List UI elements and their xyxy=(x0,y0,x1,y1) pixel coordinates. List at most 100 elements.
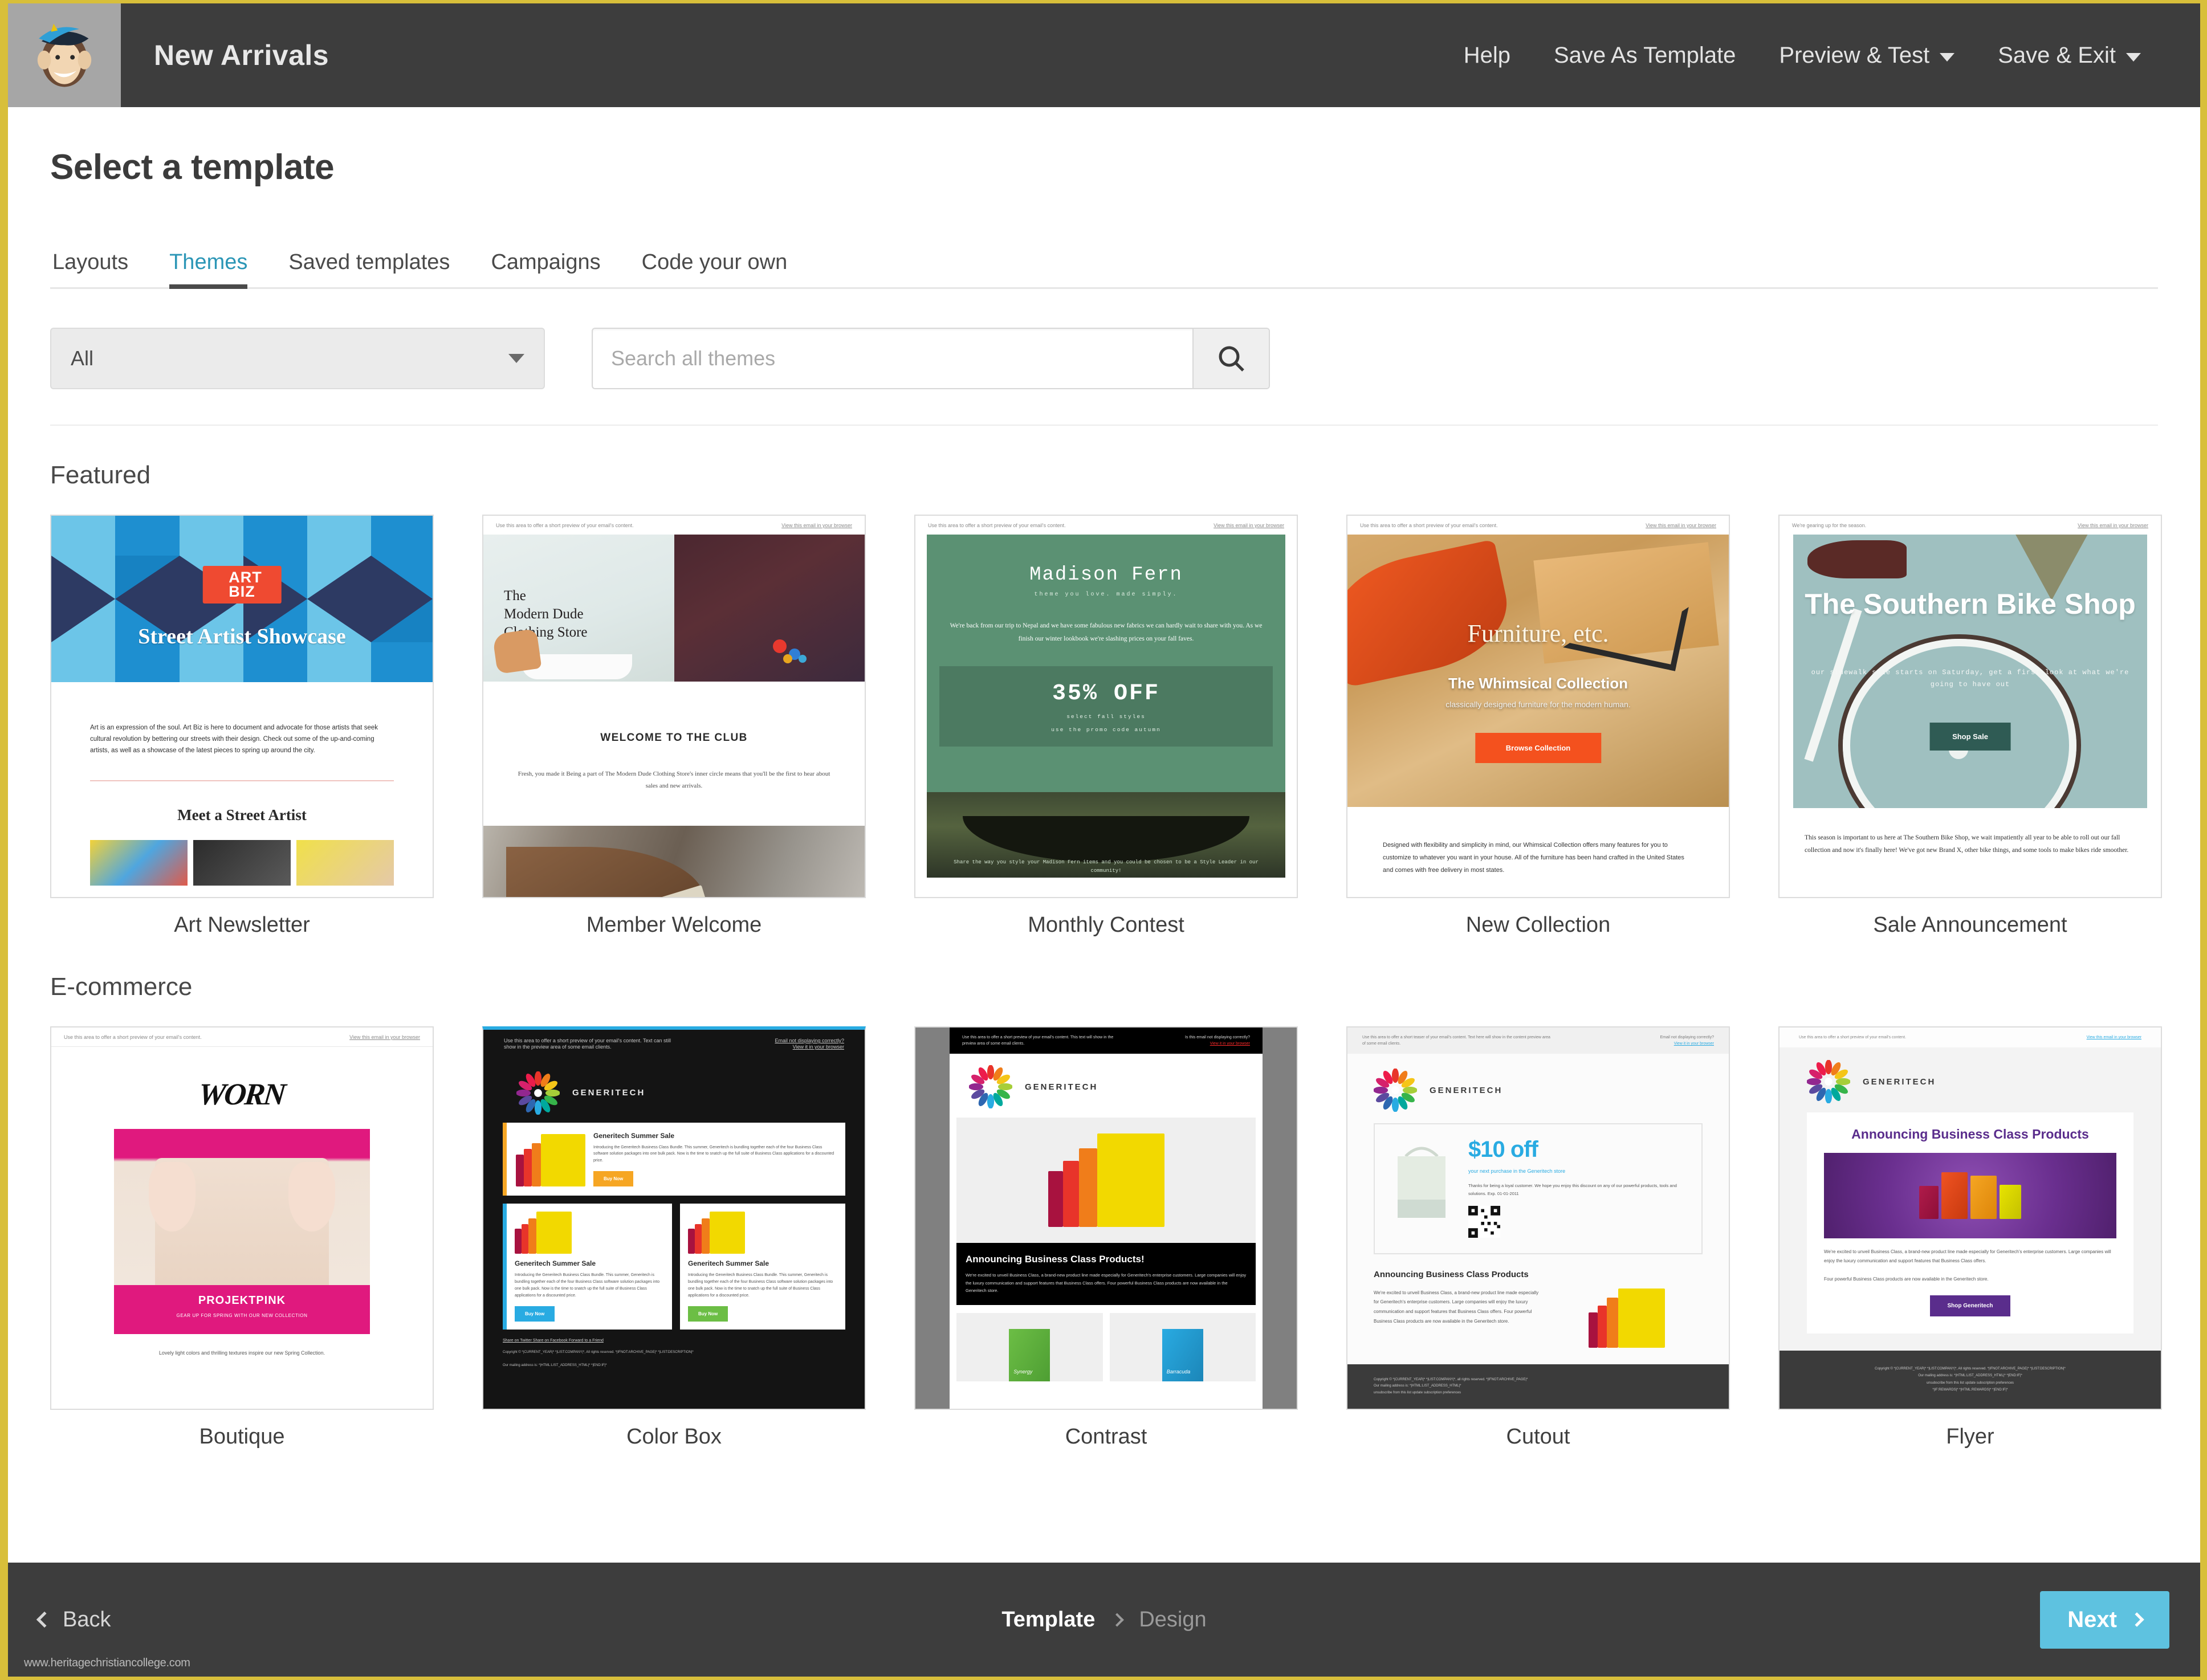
boutique-caption: Lovely light colors and thrilling textur… xyxy=(158,1350,325,1356)
card-body: Introducing the Generitech Business Clas… xyxy=(515,1273,660,1298)
email-footer: Copyright © *|CURRENT_YEAR|* *|LIST:COMP… xyxy=(1780,1350,2161,1409)
template-name: New Collection xyxy=(1465,913,1611,937)
arm xyxy=(506,847,705,897)
product-box-stack xyxy=(1048,1133,1164,1228)
search-button[interactable] xyxy=(1192,329,1269,388)
search-icon xyxy=(1219,346,1244,372)
legal-text: Copyright © *|CURRENT_YEAR|* *|LIST:COMP… xyxy=(503,1350,694,1354)
back-button[interactable]: Back xyxy=(36,1608,111,1632)
tab-saved-templates[interactable]: Saved templates xyxy=(268,250,470,287)
chevron-down-icon xyxy=(1940,52,1955,62)
preheader-text: Use this area to offer a short preview o… xyxy=(1360,523,1498,528)
view-in-browser-link[interactable]: View this email in your browser xyxy=(349,1034,420,1041)
template-card-sale-announcement[interactable]: We're gearing up for the season. View th… xyxy=(1778,515,2162,937)
template-thumbnail-member-welcome[interactable]: Use this area to offer a short preview o… xyxy=(482,515,866,898)
view-in-browser-link[interactable]: View this email in your browser xyxy=(1214,523,1284,529)
nav-save-as-template[interactable]: Save As Template xyxy=(1532,43,1757,68)
madison-fern-tagline: theme you love. made simply. xyxy=(1034,592,1178,598)
buy-now-button[interactable]: Buy Now xyxy=(515,1306,555,1322)
feature-card-blue: Generitech Summer Sale Introducing the G… xyxy=(503,1204,672,1330)
browse-collection-button[interactable]: Browse Collection xyxy=(1475,733,1602,764)
preheader-text: Use this area to offer a short preview o… xyxy=(928,523,1066,528)
view-in-browser-link[interactable]: View this email in your browser xyxy=(781,523,852,529)
generitech-starburst-icon xyxy=(1374,1069,1417,1112)
flyer-email: Use this area to offer a short preview o… xyxy=(1780,1027,2161,1409)
tab-themes[interactable]: Themes xyxy=(149,250,268,289)
furniture-title: Furniture, etc. xyxy=(1467,619,1609,648)
product-pair: Synergy Barracuda xyxy=(956,1313,1256,1382)
offer-line1: select fall styles xyxy=(1066,713,1146,720)
template-thumbnail-contrast[interactable]: Use this area to offer a short preview o… xyxy=(914,1026,1298,1410)
template-card-new-collection[interactable]: Use this area to offer a short preview o… xyxy=(1346,515,1730,937)
generitech-wordmark: GENERITECH xyxy=(1025,1082,1098,1092)
mailing-address: Our mailing address is: *|HTML:LIST_ADDR… xyxy=(1918,1374,2022,1378)
view-in-browser-link[interactable]: View it in your browser xyxy=(775,1044,844,1050)
template-card-art-newsletter[interactable]: ART BIZ Street Artist Showcase Art is an… xyxy=(50,515,434,937)
template-thumbnail-art-newsletter[interactable]: ART BIZ Street Artist Showcase Art is an… xyxy=(50,515,434,898)
next-button[interactable]: Next xyxy=(2040,1591,2169,1649)
tab-campaigns[interactable]: Campaigns xyxy=(470,250,621,287)
view-in-browser-link[interactable]: View this email in your browser xyxy=(2078,523,2148,529)
template-card-cutout[interactable]: Use this area to offer a short teaser of… xyxy=(1346,1026,1730,1449)
template-thumbnail-boutique[interactable]: Use this area to offer a short preview o… xyxy=(50,1026,434,1410)
social-links[interactable]: Share on Twitter Share on Facebook Forwa… xyxy=(503,1339,845,1343)
box-red xyxy=(695,1224,702,1254)
unsubscribe-links[interactable]: unsubscribe from this list update subscr… xyxy=(1374,1390,1703,1396)
unsubscribe-links[interactable]: unsubscribe from this list update subscr… xyxy=(1802,1380,2138,1387)
nav-preview-and-test[interactable]: Preview & Test xyxy=(1757,43,1976,68)
box-orange xyxy=(1078,1148,1097,1228)
art-hero: ART BIZ Street Artist Showcase xyxy=(51,516,433,682)
flyer-card: Announcing Business Class Products We're… xyxy=(1807,1112,2133,1334)
welcome-heading: WELCOME TO THE CLUB xyxy=(600,732,748,744)
view-in-browser-link[interactable]: View it in your browser xyxy=(1674,1042,1714,1046)
worn-logo: WORN xyxy=(197,1077,286,1112)
box-magenta xyxy=(1589,1312,1598,1348)
template-card-contrast[interactable]: Use this area to offer a short preview o… xyxy=(914,1026,1298,1449)
preheader-row: Use this area to offer a short preview o… xyxy=(915,516,1297,535)
divider xyxy=(90,780,394,782)
template-thumbnail-color-box[interactable]: Use this area to offer a short preview o… xyxy=(482,1026,866,1410)
preheader-text: Use this area to offer a short preview o… xyxy=(64,1034,202,1040)
breadcrumb-template[interactable]: Template xyxy=(1001,1608,1095,1632)
shop-generitech-button[interactable]: Shop Generitech xyxy=(1930,1295,2010,1316)
template-card-monthly-contest[interactable]: Use this area to offer a short preview o… xyxy=(914,515,1298,937)
template-card-color-box[interactable]: Use this area to offer a short preview o… xyxy=(482,1026,866,1449)
email-issue-link[interactable]: Email not displaying correctly? xyxy=(775,1038,844,1044)
template-card-flyer[interactable]: Use this area to offer a short preview o… xyxy=(1778,1026,2162,1449)
filter-row: All xyxy=(50,328,2158,426)
member-welcome-hero: The Modern Dude Clothing Store xyxy=(483,535,865,682)
breadcrumb-design[interactable]: Design xyxy=(1139,1608,1206,1632)
view-in-browser-link[interactable]: View this email in your browser xyxy=(2087,1035,2141,1039)
search-input[interactable] xyxy=(593,329,1192,388)
announcement-heading: Announcing Business Class Products! xyxy=(966,1254,1145,1265)
template-thumbnail-flyer[interactable]: Use this area to offer a short preview o… xyxy=(1778,1026,2162,1410)
template-thumbnail-monthly-contest[interactable]: Use this area to offer a short preview o… xyxy=(914,515,1298,898)
offer-amount: $10 off xyxy=(1468,1137,1538,1163)
view-in-browser-link[interactable]: View it in your browser xyxy=(1210,1042,1250,1046)
product-synergy-label: Synergy xyxy=(1009,1329,1050,1382)
template-card-boutique[interactable]: Use this area to offer a short preview o… xyxy=(50,1026,434,1449)
template-thumbnail-new-collection[interactable]: Use this area to offer a short preview o… xyxy=(1346,515,1730,898)
category-filter-select[interactable]: All xyxy=(50,328,545,389)
app-logo[interactable] xyxy=(8,3,121,107)
nav-save-and-exit[interactable]: Save & Exit xyxy=(1976,43,2163,68)
template-thumbnail-sale-announcement[interactable]: We're gearing up for the season. View th… xyxy=(1778,515,2162,898)
view-in-browser-link[interactable]: View this email in your browser xyxy=(1646,523,1716,529)
tab-layouts[interactable]: Layouts xyxy=(50,250,149,287)
buy-now-button[interactable]: Buy Now xyxy=(688,1306,728,1322)
generitech-logo-row: GENERITECH xyxy=(1780,1047,2161,1103)
nav-help[interactable]: Help xyxy=(1442,43,1532,68)
announcement-body: We're excited to unveil Business Class, … xyxy=(1374,1290,1539,1324)
template-thumbnail-cutout[interactable]: Use this area to offer a short teaser of… xyxy=(1346,1026,1730,1410)
buy-now-button[interactable]: Buy Now xyxy=(593,1171,634,1187)
shop-sale-button[interactable]: Shop Sale xyxy=(1929,723,2011,751)
product-barracuda-label: Barracuda xyxy=(1162,1329,1203,1382)
tab-code-your-own[interactable]: Code your own xyxy=(621,250,808,287)
bike-photo: The Southern Bike Shop our sidewalk sale… xyxy=(1793,535,2147,809)
card-title: Generitech Summer Sale xyxy=(688,1259,769,1268)
offer-amount: 35% OFF xyxy=(1052,681,1160,707)
collection-subtitle: The Whimsical Collection xyxy=(1448,675,1628,692)
template-card-member-welcome[interactable]: Use this area to offer a short preview o… xyxy=(482,515,866,937)
template-name: Art Newsletter xyxy=(174,913,310,937)
product-box-stack xyxy=(688,1212,837,1254)
